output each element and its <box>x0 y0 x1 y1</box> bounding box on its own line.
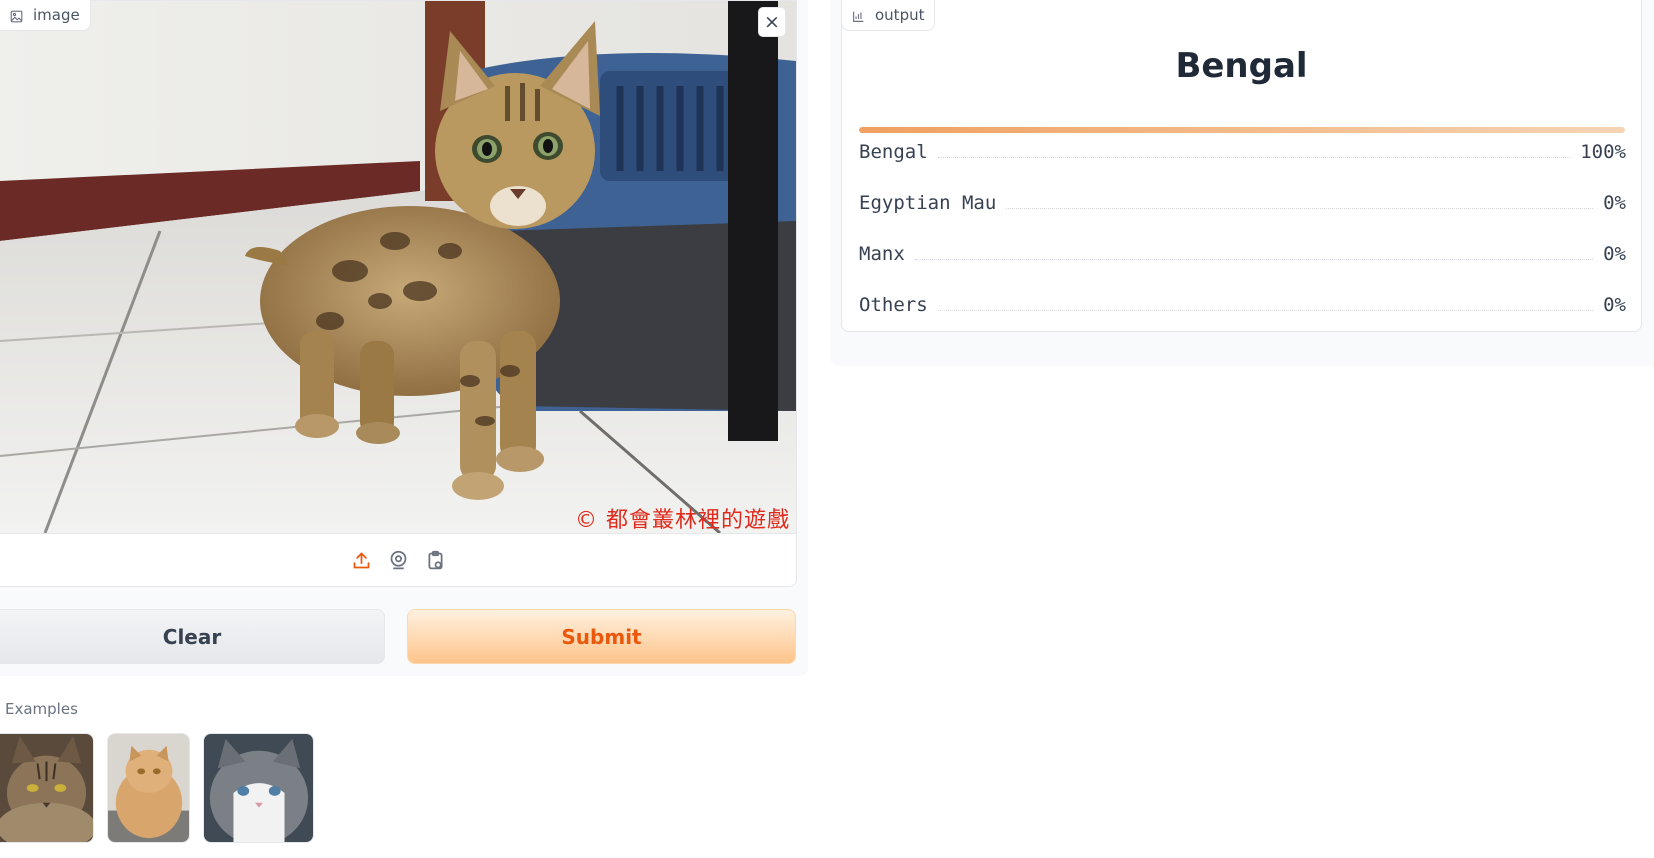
predicted-label: Bengal <box>1175 46 1308 86</box>
class-label: Manx <box>859 243 905 265</box>
submit-button[interactable]: Submit <box>407 609 796 664</box>
leader-dots <box>914 258 1594 260</box>
output-label-tag: output <box>841 0 936 31</box>
class-label: Egyptian Mau <box>859 192 997 214</box>
class-score: 100% <box>1580 141 1626 163</box>
class-score: 0% <box>1603 243 1626 265</box>
close-button[interactable]: × <box>758 7 786 37</box>
class-score: 0% <box>1603 192 1626 214</box>
close-icon: × <box>764 10 780 33</box>
example-image <box>204 734 313 842</box>
image-icon <box>10 9 23 22</box>
image-input[interactable] <box>0 0 797 587</box>
class-label: Bengal <box>859 141 928 163</box>
example-thumbnail[interactable] <box>0 733 94 843</box>
example-image <box>0 734 93 842</box>
class-score: 0% <box>1603 294 1626 316</box>
confidence-row[interactable]: Bengal 100% <box>859 140 1626 164</box>
confidence-row[interactable]: Egyptian Mau 0% <box>859 191 1626 215</box>
output-label: output <box>875 6 925 24</box>
image-source-toolbar <box>0 533 796 586</box>
examples-label: Examples <box>5 700 78 718</box>
confidence-bar <box>859 127 1625 133</box>
leader-dots <box>937 309 1594 311</box>
leader-dots <box>937 156 1571 158</box>
clear-button[interactable]: Clear <box>0 609 385 664</box>
confidence-bar-fill <box>859 127 1625 133</box>
leader-dots <box>1006 207 1594 209</box>
confidence-row[interactable]: Manx 0% <box>859 242 1626 266</box>
example-thumbnail[interactable] <box>203 733 314 843</box>
image-watermark: © 都會叢林裡的遊戲 <box>575 508 790 533</box>
example-thumbnail[interactable] <box>107 733 190 843</box>
webcam-icon[interactable] <box>388 550 409 571</box>
chart-icon <box>852 9 865 22</box>
example-image <box>108 734 189 842</box>
image-label-tag: image <box>0 0 91 31</box>
image-label: image <box>33 6 80 24</box>
uploaded-image <box>0 1 796 533</box>
clipboard-icon[interactable] <box>425 550 446 571</box>
upload-icon[interactable] <box>351 550 372 571</box>
class-label: Others <box>859 294 928 316</box>
confidence-row[interactable]: Others 0% <box>859 293 1626 317</box>
cat-photo <box>0 1 796 533</box>
